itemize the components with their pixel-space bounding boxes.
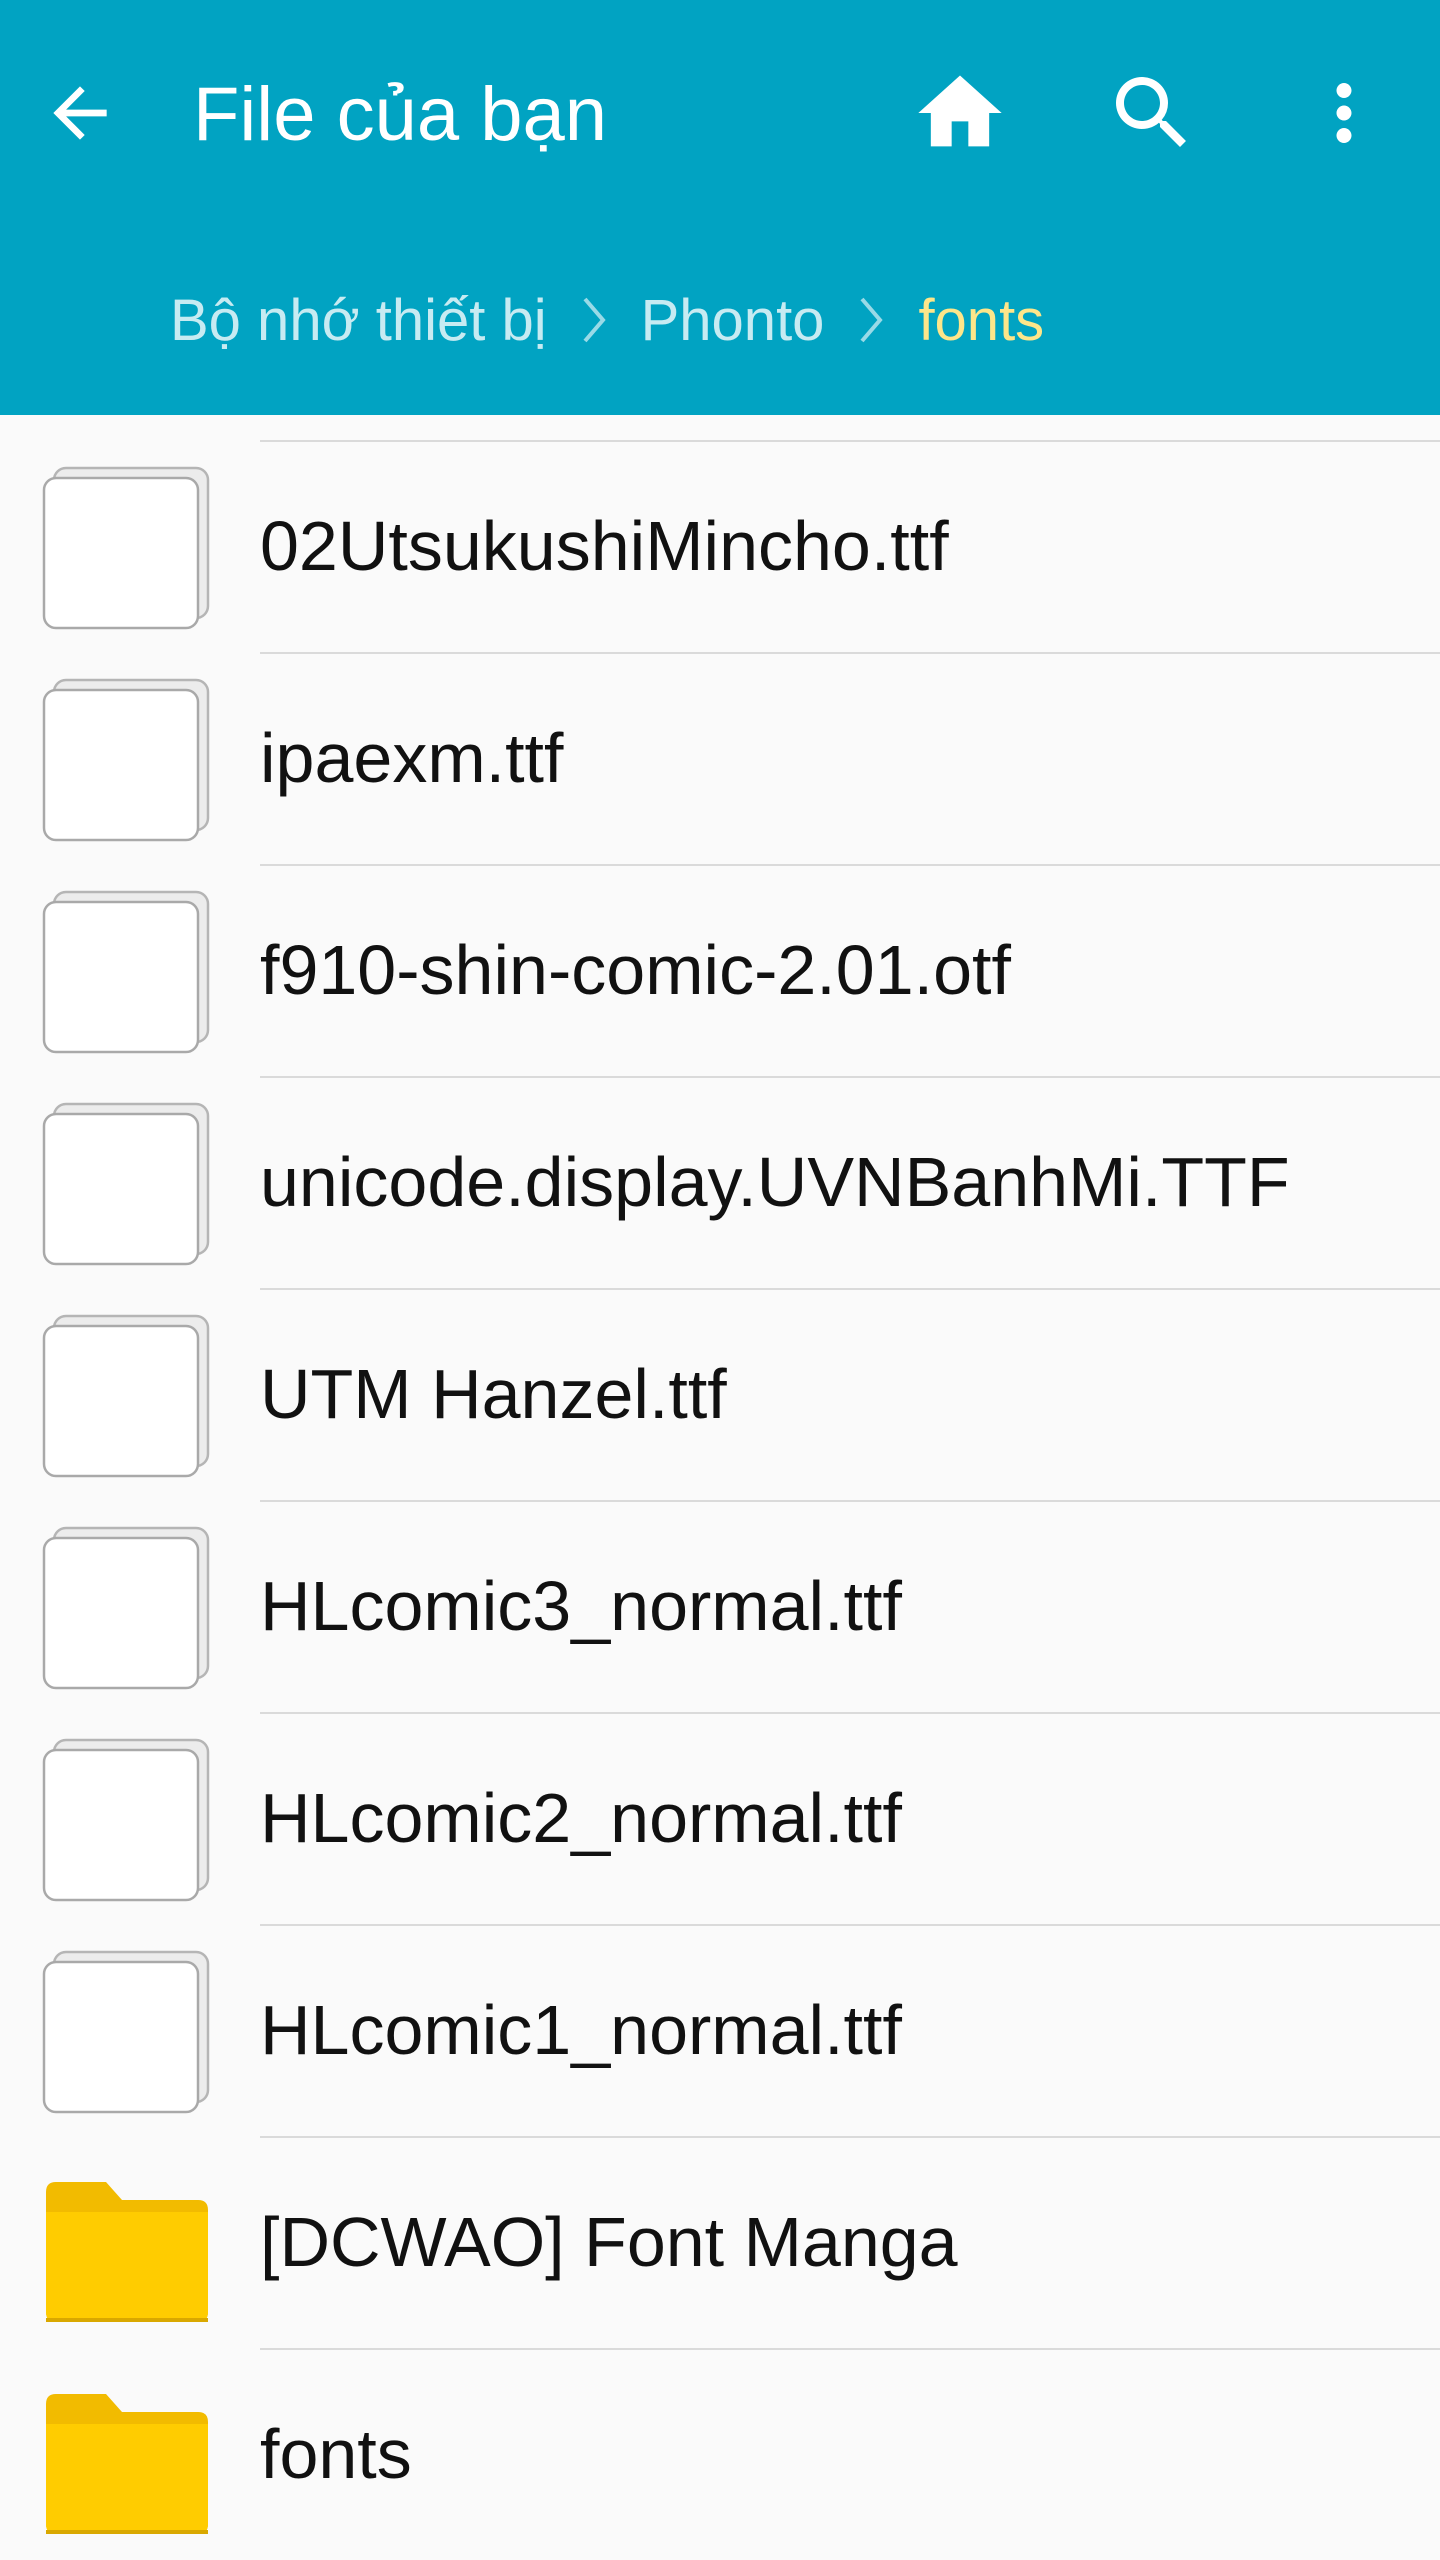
file-name: HLcomic1_normal.ttf (260, 1991, 902, 2069)
file-icon (42, 1314, 212, 1478)
file-name: unicode.display.UVNBanhMi.TTF (260, 1143, 1290, 1221)
file-row[interactable]: UTM Hanzel.ttf (0, 1288, 1440, 1500)
file-icon (42, 1526, 212, 1690)
file-row[interactable]: f910-shin-comic-2.01.otf (0, 864, 1440, 1076)
breadcrumb-item-phonto[interactable]: Phonto (641, 287, 825, 354)
file-name: HLcomic2_normal.ttf (260, 1779, 902, 1857)
file-list: 02UtsukushiMincho.ttf ipaexm.ttf f910-shin… (0, 440, 1440, 2560)
folder-row[interactable]: [DCWAO] Font Manga (0, 2136, 1440, 2348)
home-button[interactable] (900, 53, 1020, 173)
file-icon (42, 890, 212, 1054)
file-name: [DCWAO] Font Manga (260, 2203, 958, 2281)
folder-icon (42, 2374, 212, 2538)
file-name: ipaexm.ttf (260, 719, 564, 797)
file-icon (42, 1102, 212, 1266)
file-icon (42, 1738, 212, 1902)
page-title: File của bạn (193, 72, 608, 157)
app-header: File của bạn Bộ nhớ thiết bị Phonto font… (0, 0, 1440, 415)
breadcrumb: Bộ nhớ thiết bị Phonto fonts (170, 280, 1044, 360)
file-name: 02UtsukushiMincho.ttf (260, 507, 949, 585)
file-row[interactable]: unicode.display.UVNBanhMi.TTF (0, 1076, 1440, 1288)
more-options-button[interactable] (1284, 53, 1404, 173)
file-icon (42, 1950, 212, 2114)
file-row[interactable]: ipaexm.ttf (0, 652, 1440, 864)
file-row[interactable]: HLcomic1_normal.ttf (0, 1924, 1440, 2136)
file-icon (42, 678, 212, 842)
folder-icon (42, 2162, 212, 2326)
chevron-right-icon (581, 295, 607, 345)
file-name: HLcomic3_normal.ttf (260, 1567, 902, 1645)
breadcrumb-item-device-storage[interactable]: Bộ nhớ thiết bị (170, 287, 547, 354)
more-vertical-icon (1336, 83, 1352, 143)
search-icon (1116, 77, 1186, 147)
file-name: f910-shin-comic-2.01.otf (260, 931, 1011, 1009)
file-icon (42, 466, 212, 630)
folder-row[interactable]: fonts (0, 2348, 1440, 2560)
file-manager-app: File của bạn Bộ nhớ thiết bị Phonto font… (0, 0, 1440, 2560)
back-button[interactable] (20, 53, 140, 173)
home-icon (918, 75, 1002, 147)
file-name: UTM Hanzel.ttf (260, 1355, 727, 1433)
file-name: fonts (260, 2415, 412, 2493)
file-row[interactable]: 02UtsukushiMincho.ttf (0, 440, 1440, 652)
row-divider (260, 2348, 1440, 2350)
search-button[interactable] (1092, 53, 1212, 173)
arrow-left-icon (53, 86, 107, 140)
breadcrumb-item-fonts[interactable]: fonts (918, 287, 1044, 354)
chevron-right-icon (858, 295, 884, 345)
file-row[interactable]: HLcomic3_normal.ttf (0, 1500, 1440, 1712)
file-row[interactable]: HLcomic2_normal.ttf (0, 1712, 1440, 1924)
